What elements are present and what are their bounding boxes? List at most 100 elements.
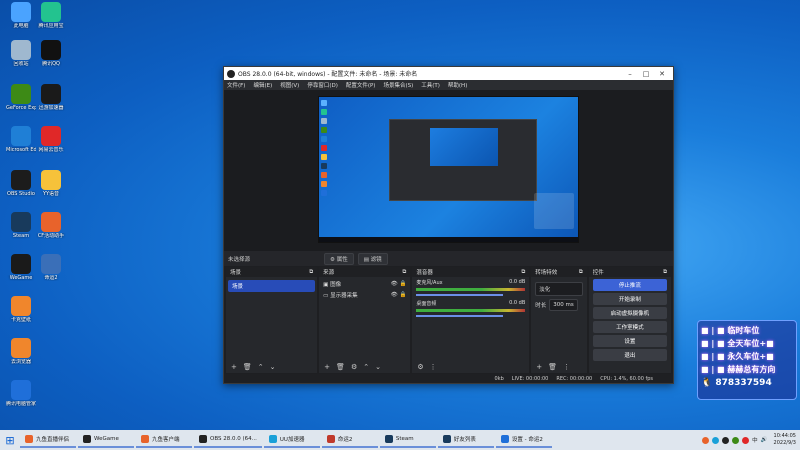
promo-row: ■ | ■ 赫赫总有方向 bbox=[701, 365, 776, 374]
menu-item[interactable]: 视图(V) bbox=[280, 81, 299, 89]
preview-canvas[interactable] bbox=[318, 96, 579, 243]
chevron-down-icon[interactable]: ⌄ bbox=[375, 363, 381, 371]
dock-float-icon[interactable]: ⧉ bbox=[402, 269, 406, 276]
desktop-icon[interactable]: 命运2 bbox=[36, 254, 66, 281]
add-icon[interactable]: + bbox=[231, 363, 237, 371]
desktop-icon[interactable]: OBS Studio bbox=[6, 170, 36, 197]
desktop-icon[interactable]: 去浏览器 bbox=[6, 338, 36, 365]
gear-icon[interactable]: ⚙ bbox=[351, 363, 357, 371]
gear-icon[interactable]: ⚙ bbox=[417, 363, 423, 371]
ime-indicator[interactable]: 中 bbox=[752, 436, 758, 444]
taskbar-item[interactable]: 命运2 bbox=[321, 432, 378, 448]
desktop-icon[interactable]: GeForce Experience bbox=[6, 84, 36, 111]
taskbar-item[interactable]: 好友列表 bbox=[437, 432, 494, 448]
taskbar-item[interactable]: 九鱼客户端 bbox=[136, 432, 192, 448]
chevron-down-icon[interactable]: ⌄ bbox=[270, 363, 276, 371]
desktop-icon[interactable]: 腾讯电脑管家 bbox=[6, 380, 36, 407]
menu-item[interactable]: 编辑(E) bbox=[253, 81, 272, 89]
minimize-icon[interactable]: – bbox=[622, 70, 638, 78]
maximize-icon[interactable]: □ bbox=[638, 70, 654, 78]
add-icon[interactable]: + bbox=[536, 363, 542, 371]
studio-mode-button[interactable]: 工作室模式 bbox=[592, 321, 668, 333]
tray-icon[interactable] bbox=[702, 436, 710, 444]
trash-icon[interactable]: 🗑 bbox=[548, 363, 557, 371]
stop-streaming-button[interactable]: 停止推流 bbox=[592, 279, 668, 291]
volume-meter bbox=[416, 288, 526, 291]
taskbar-item[interactable]: OBS 28.0.0 (64... bbox=[194, 432, 262, 448]
desktop-icon[interactable]: YY语音 bbox=[36, 170, 66, 197]
menu-item[interactable]: 停靠窗口(D) bbox=[307, 81, 338, 89]
desktop-icon-label: Steam bbox=[12, 233, 30, 239]
desktop-icon-label: GeForce Experience bbox=[6, 105, 36, 111]
desktop-icon[interactable]: Steam bbox=[6, 212, 36, 239]
add-icon[interactable]: + bbox=[324, 363, 330, 371]
taskbar-item[interactable]: 设置 - 命运2 bbox=[495, 432, 552, 448]
desktop-icon[interactable]: 回收站 bbox=[6, 40, 36, 67]
tray-icon[interactable] bbox=[742, 436, 750, 444]
desktop-icon[interactable]: 腾讯QQ bbox=[36, 40, 66, 67]
chevron-up-icon[interactable]: ⌃ bbox=[363, 363, 369, 371]
menu-item[interactable]: 场景集合(S) bbox=[383, 81, 413, 89]
obs-titlebar[interactable]: OBS 28.0.0 (64-bit, windows) - 配置文件: 未命名… bbox=[224, 67, 673, 80]
more-icon[interactable]: ⋮ bbox=[563, 363, 570, 371]
scene-item[interactable]: 场景 bbox=[228, 280, 316, 292]
more-icon[interactable]: ⋮ bbox=[430, 363, 437, 371]
transitions-title: 转场特效 bbox=[535, 270, 558, 276]
exit-button[interactable]: 退出 bbox=[592, 349, 668, 361]
tray-icon[interactable] bbox=[732, 436, 740, 444]
desktop-icon[interactable]: Microsoft Edge bbox=[6, 126, 36, 153]
desktop-icon-label: 回收站 bbox=[13, 61, 29, 67]
taskbar-item[interactable]: 九鱼直播伴侣 bbox=[20, 432, 76, 448]
preview-area[interactable] bbox=[224, 90, 673, 251]
dock-float-icon[interactable]: ⧉ bbox=[663, 269, 667, 276]
properties-button[interactable]: ⚙ 属性 bbox=[324, 252, 354, 265]
duration-input[interactable]: 300 ms bbox=[549, 299, 578, 311]
dock-float-icon[interactable]: ⧉ bbox=[521, 269, 525, 276]
eye-lock-icons[interactable]: 👁 🔒 bbox=[391, 292, 407, 298]
taskbar-item[interactable]: UU加速器 bbox=[263, 432, 320, 448]
volume-slider[interactable] bbox=[416, 315, 504, 317]
desktop-icon[interactable]: WeGame bbox=[6, 254, 36, 281]
close-icon[interactable]: ✕ bbox=[654, 70, 670, 78]
tray-icon[interactable] bbox=[722, 436, 730, 444]
trash-icon[interactable]: 🗑 bbox=[243, 363, 252, 371]
eye-lock-icons[interactable]: 👁 🔒 bbox=[391, 281, 407, 287]
virtual-camera-button[interactable]: 启动虚拟摄像机 bbox=[592, 307, 668, 319]
volume-slider[interactable] bbox=[416, 294, 504, 296]
trash-icon[interactable]: 🗑 bbox=[336, 363, 345, 371]
chevron-up-icon[interactable]: ⌃ bbox=[258, 363, 264, 371]
taskbar-item[interactable]: Steam bbox=[379, 432, 436, 448]
windows-start-icon[interactable]: ⊞ bbox=[0, 430, 20, 450]
start-recording-button[interactable]: 开始录制 bbox=[592, 293, 668, 305]
source-item[interactable]: ▭ 显示器采集 👁 🔒 bbox=[323, 291, 406, 299]
desktop-icon[interactable]: 此电脑 bbox=[6, 2, 36, 29]
filters-button[interactable]: ▤ 滤镜 bbox=[357, 252, 388, 265]
dock-float-icon[interactable]: ⧉ bbox=[309, 269, 313, 276]
source-item[interactable]: ▣ 图像 👁 🔒 bbox=[323, 280, 406, 288]
app-icon bbox=[500, 435, 509, 443]
mixer-dock: 混音器 ⧉ 麦克风/Aux 0.0 dB 桌面音频 0.0 dB ⚙ ⋮ bbox=[412, 267, 530, 373]
transitions-dock: 转场特效 ⧉ 淡化 时长 300 ms + 🗑 ⋮ bbox=[531, 267, 587, 373]
taskbar-item[interactable]: WeGame bbox=[78, 432, 134, 448]
tray-icon[interactable] bbox=[712, 436, 720, 444]
settings-button[interactable]: 设置 bbox=[592, 335, 668, 347]
menu-item[interactable]: 帮助(H) bbox=[448, 81, 467, 89]
dropped-frames: 0kb bbox=[494, 375, 504, 382]
volume-icon[interactable]: 🔊 bbox=[761, 437, 768, 443]
desktop-icon[interactable]: 网易云音乐 bbox=[36, 126, 66, 153]
menu-item[interactable]: 配置文件(P) bbox=[346, 81, 376, 89]
desktop-icon[interactable]: 迅游加速器 bbox=[36, 84, 66, 111]
preview-taskbar bbox=[319, 237, 578, 242]
clock[interactable]: 10:44:05 2022/9/3 bbox=[774, 433, 796, 447]
app-icon bbox=[25, 435, 33, 443]
desktop-icon[interactable]: CF活动助手 bbox=[36, 212, 66, 239]
desktop-icon[interactable]: 卡克壁纸 bbox=[6, 296, 36, 323]
menu-item[interactable]: 文件(F) bbox=[227, 81, 245, 89]
desktop-icon[interactable]: 腾讯应用宝 bbox=[36, 2, 66, 29]
app-icon bbox=[199, 435, 207, 443]
dock-float-icon[interactable]: ⧉ bbox=[579, 269, 583, 276]
yy-icon bbox=[41, 170, 61, 190]
transition-select[interactable]: 淡化 bbox=[535, 282, 583, 296]
sources-title: 来源 bbox=[323, 270, 335, 276]
menu-item[interactable]: 工具(T) bbox=[421, 81, 440, 89]
